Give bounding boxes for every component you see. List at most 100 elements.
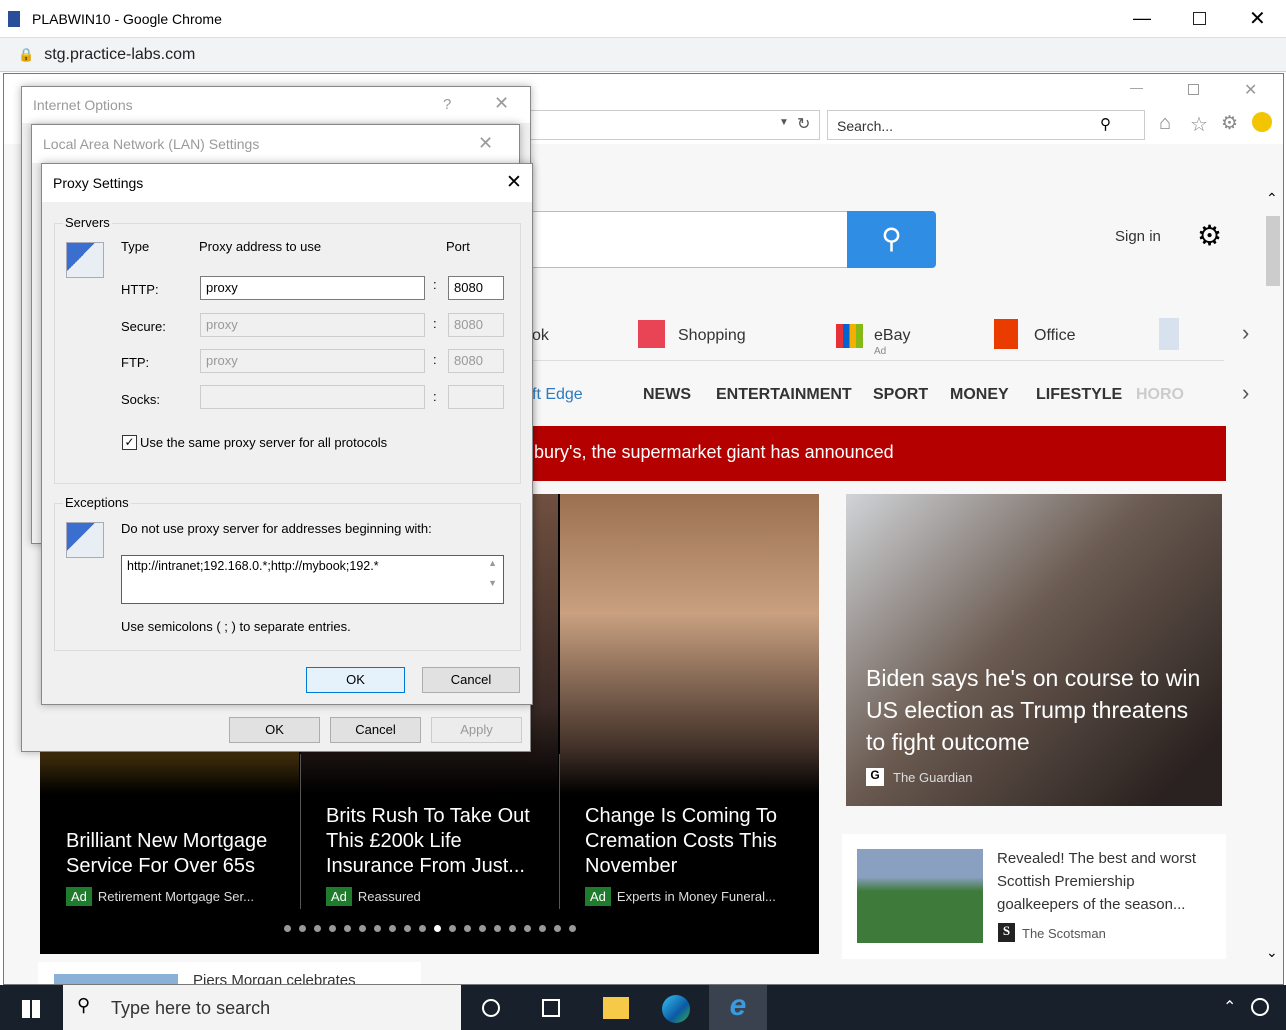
exceptions-textarea[interactable]: http://intranet;192.168.0.*;http://myboo… — [121, 555, 504, 604]
divider — [524, 360, 1224, 361]
scroll-up-icon[interactable]: ⌃ — [1266, 190, 1278, 207]
bottom-card-title[interactable]: Piers Morgan celebrates — [193, 972, 356, 984]
carousel-title-1[interactable]: Brilliant New Mortgage Service For Over … — [66, 829, 286, 879]
settings-gear-icon[interactable]: ⚙ — [1197, 219, 1222, 252]
dropdown-icon[interactable]: ▼ — [779, 117, 789, 128]
ad-badge: Ad — [326, 887, 352, 906]
carousel-dot[interactable] — [464, 925, 471, 932]
carousel-dot[interactable] — [434, 925, 441, 932]
carousel-dot[interactable] — [344, 925, 351, 932]
scrollbar[interactable]: ⌃ ⌄ — [1262, 184, 1283, 974]
taskbar-search-box[interactable]: ⚲ Type here to search — [63, 985, 461, 1030]
search-icon[interactable]: ⚲ — [1100, 115, 1111, 133]
internet-explorer-taskbar-button[interactable]: e — [709, 985, 767, 1030]
quicklink-ebay[interactable]: eBay — [874, 327, 910, 345]
refresh-icon[interactable]: ↻ — [797, 114, 810, 134]
carousel-dot[interactable] — [284, 925, 291, 932]
close-button[interactable]: ✕ — [1249, 6, 1266, 31]
nav-money[interactable]: MONEY — [950, 386, 1009, 404]
same-proxy-label[interactable]: Use the same proxy server for all protoc… — [140, 435, 387, 450]
textarea-scroll-icon[interactable]: ▲ ▼ — [488, 558, 497, 588]
carousel-title-3[interactable]: Change Is Coming To Cremation Costs This… — [585, 804, 805, 879]
carousel-dot[interactable] — [374, 925, 381, 932]
nav-chevron-right-icon[interactable]: › — [1242, 380, 1249, 406]
carousel-dot[interactable] — [569, 925, 576, 932]
ie-search-box[interactable]: Search... ⚲ — [827, 110, 1145, 140]
http-port-input[interactable]: 8080 — [448, 276, 504, 300]
nav-entertainment[interactable]: ENTERTAINMENT — [716, 386, 852, 404]
carousel-image-3 — [560, 494, 819, 794]
carousel-dot[interactable] — [359, 925, 366, 932]
nav-sport[interactable]: SPORT — [873, 386, 928, 404]
bing-icon[interactable] — [1159, 318, 1179, 350]
carousel-dot[interactable] — [389, 925, 396, 932]
quicklink-shopping[interactable]: Shopping — [678, 327, 746, 345]
close-button[interactable]: ✕ — [478, 133, 493, 154]
nav-edge[interactable]: ft Edge — [532, 386, 583, 404]
breaking-news-banner[interactable]: bury's, the supermarket giant has announ… — [504, 426, 1226, 481]
hero-image[interactable] — [846, 494, 1222, 806]
close-icon[interactable]: ✕ — [1244, 80, 1257, 100]
minimize-button[interactable]: — — [1133, 8, 1151, 29]
exceptions-description: Do not use proxy server for addresses be… — [121, 521, 432, 536]
nav-news[interactable]: NEWS — [643, 386, 691, 404]
scroll-down-icon[interactable]: ⌄ — [1266, 944, 1278, 961]
proxy-ok-button[interactable]: OK — [306, 667, 405, 693]
smiley-feedback-icon[interactable] — [1252, 112, 1272, 132]
carousel-dot[interactable] — [479, 925, 486, 932]
home-icon[interactable]: ⌂ — [1159, 112, 1171, 135]
quicklink-outlook[interactable]: ok — [532, 327, 549, 345]
carousel-dot[interactable] — [494, 925, 501, 932]
edge-icon[interactable] — [662, 995, 690, 1023]
hero-title[interactable]: Biden says he's on course to win US elec… — [866, 662, 1206, 758]
carousel-title-2[interactable]: Brits Rush To Take Out This £200k Life I… — [326, 804, 546, 879]
file-explorer-icon[interactable] — [603, 997, 629, 1019]
maximize-button[interactable] — [1193, 12, 1206, 25]
same-proxy-checkbox[interactable]: ✓ — [122, 435, 137, 450]
shopping-bag-icon — [638, 320, 665, 348]
carousel-dot[interactable] — [539, 925, 546, 932]
help-button[interactable]: ? — [443, 96, 451, 113]
minimize-icon[interactable]: — — [1130, 80, 1143, 95]
msn-search-box[interactable] — [504, 211, 849, 268]
carousel-dot[interactable] — [329, 925, 336, 932]
carousel-dot[interactable] — [509, 925, 516, 932]
carousel-dot[interactable] — [314, 925, 321, 932]
sign-in-link[interactable]: Sign in — [1115, 228, 1161, 245]
close-button[interactable]: ✕ — [506, 171, 522, 194]
carousel-source-3: Ad Experts in Money Funeral... — [585, 887, 776, 906]
gear-icon[interactable]: ⚙ — [1221, 112, 1238, 135]
cancel-button[interactable]: Cancel — [330, 717, 421, 743]
carousel-dot[interactable] — [554, 925, 561, 932]
divider — [559, 754, 560, 909]
favorites-star-icon[interactable]: ☆ — [1190, 112, 1208, 137]
nav-horoscope[interactable]: HORO — [1136, 386, 1184, 404]
address-bar[interactable]: 🔒 stg.practice-labs.com — [0, 38, 1286, 72]
quicklink-office[interactable]: Office — [1034, 327, 1076, 345]
restore-icon[interactable] — [1188, 84, 1199, 95]
ok-button[interactable]: OK — [229, 717, 320, 743]
socks-address-input — [200, 385, 425, 409]
carousel-dot[interactable] — [524, 925, 531, 932]
carousel-dot[interactable] — [299, 925, 306, 932]
carousel-dot[interactable] — [449, 925, 456, 932]
source-label: Experts in Money Funeral... — [616, 889, 776, 904]
scroll-thumb[interactable] — [1266, 216, 1280, 286]
http-address-input[interactable]: proxy — [200, 276, 425, 300]
chevron-right-icon[interactable]: › — [1242, 320, 1249, 346]
ie-address-bar[interactable]: ▼ ↻ — [524, 110, 820, 140]
show-hidden-icons-chevron[interactable]: ⌃ — [1223, 997, 1236, 1017]
chrome-title-bar: PLABWIN10 - Google Chrome — ✕ — [0, 0, 1286, 38]
network-globe-icon[interactable] — [1251, 998, 1269, 1016]
proxy-cancel-button[interactable]: Cancel — [422, 667, 520, 693]
side-card-title[interactable]: Revealed! The best and worst Scottish Pr… — [997, 847, 1217, 916]
cortana-icon[interactable] — [482, 999, 500, 1017]
divider — [300, 754, 301, 909]
carousel-dot[interactable] — [404, 925, 411, 932]
msn-search-button[interactable]: ⚲ — [847, 211, 936, 268]
close-button[interactable]: ✕ — [494, 93, 509, 114]
task-view-icon[interactable] — [542, 999, 560, 1017]
windows-start-icon[interactable] — [22, 1000, 40, 1018]
carousel-dot[interactable] — [419, 925, 426, 932]
nav-lifestyle[interactable]: LIFESTYLE — [1036, 386, 1122, 404]
